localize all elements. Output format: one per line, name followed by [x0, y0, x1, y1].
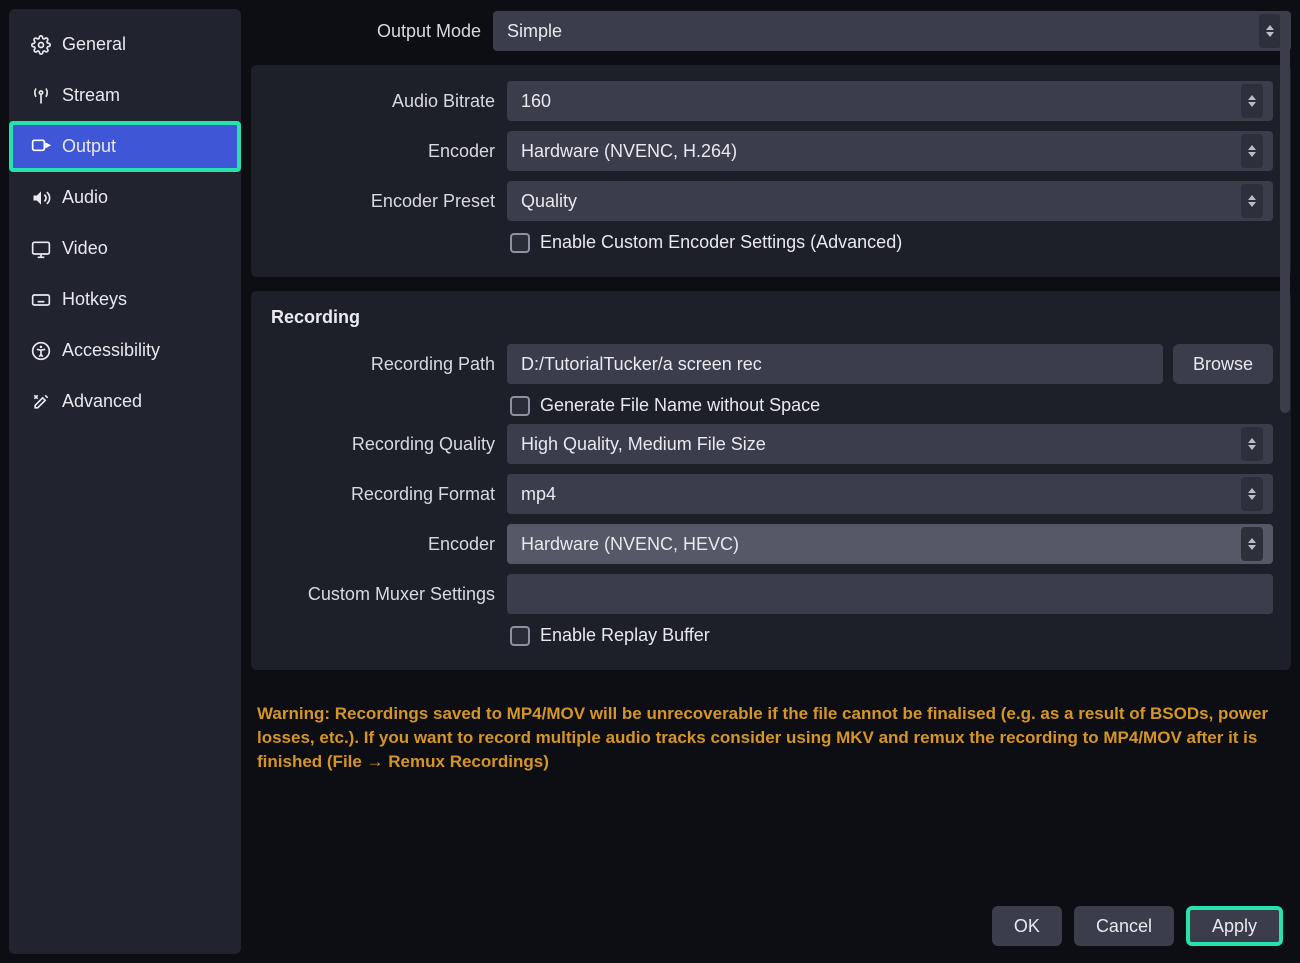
encoder-preset-value: Quality: [521, 191, 577, 212]
sidebar-item-output[interactable]: Output: [9, 121, 241, 172]
cancel-button[interactable]: Cancel: [1074, 906, 1174, 946]
dialog-footer: OK Cancel Apply: [251, 884, 1291, 954]
output-mode-label: Output Mode: [251, 21, 483, 42]
encoder-preset-label: Encoder Preset: [265, 191, 497, 212]
recording-path-value: D:/TutorialTucker/a screen rec: [521, 354, 762, 375]
enable-custom-encoder-checkbox[interactable]: [510, 233, 530, 253]
sidebar-item-advanced[interactable]: Advanced: [9, 376, 241, 427]
scrollbar[interactable]: [1279, 13, 1291, 854]
accessibility-icon: [31, 341, 51, 361]
generate-filename-no-space-checkbox[interactable]: [510, 396, 530, 416]
recording-quality-value: High Quality, Medium File Size: [521, 434, 766, 455]
output-mode-value: Simple: [507, 21, 562, 42]
dropdown-spinner-icon[interactable]: [1241, 527, 1263, 561]
recording-format-value: mp4: [521, 484, 556, 505]
keyboard-icon: [31, 290, 51, 310]
recording-quality-label: Recording Quality: [265, 434, 497, 455]
recording-format-label: Recording Format: [265, 484, 497, 505]
sidebar-item-label: Advanced: [62, 391, 142, 412]
sidebar-item-audio[interactable]: Audio: [9, 172, 241, 223]
sidebar-item-label: Accessibility: [62, 340, 160, 361]
sidebar-item-hotkeys[interactable]: Hotkeys: [9, 274, 241, 325]
dropdown-spinner-icon[interactable]: [1241, 184, 1263, 218]
dropdown-spinner-icon[interactable]: [1241, 84, 1263, 118]
streaming-panel: Audio Bitrate 160 Encoder Hardware (NVEN…: [251, 65, 1291, 277]
recording-path-input[interactable]: D:/TutorialTucker/a screen rec: [507, 344, 1163, 384]
monitor-icon: [31, 239, 51, 259]
sidebar-item-video[interactable]: Video: [9, 223, 241, 274]
antenna-icon: [31, 86, 51, 106]
stream-encoder-label: Encoder: [265, 141, 497, 162]
warning-text: Warning: Recordings saved to MP4/MOV wil…: [251, 684, 1291, 779]
dropdown-spinner-icon[interactable]: [1259, 14, 1281, 48]
stream-encoder-value: Hardware (NVENC, H.264): [521, 141, 737, 162]
audio-bitrate-value: 160: [521, 91, 551, 112]
recording-panel: Recording Recording Path D:/TutorialTuck…: [251, 291, 1291, 670]
recording-format-select[interactable]: mp4: [507, 474, 1273, 514]
audio-bitrate-select[interactable]: 160: [507, 81, 1273, 121]
dropdown-spinner-icon[interactable]: [1241, 134, 1263, 168]
sidebar-item-label: Hotkeys: [62, 289, 127, 310]
speaker-icon: [31, 188, 51, 208]
sidebar-item-label: Video: [62, 238, 108, 259]
scroll-thumb[interactable]: [1280, 13, 1290, 413]
sidebar-item-label: Audio: [62, 187, 108, 208]
apply-button[interactable]: Apply: [1186, 906, 1283, 946]
dropdown-spinner-icon[interactable]: [1241, 477, 1263, 511]
sidebar-item-label: Output: [62, 136, 116, 157]
recording-encoder-select[interactable]: Hardware (NVENC, HEVC): [507, 524, 1273, 564]
browse-button[interactable]: Browse: [1173, 344, 1273, 384]
recording-encoder-label: Encoder: [265, 534, 497, 555]
generate-filename-no-space-label: Generate File Name without Space: [540, 395, 820, 416]
custom-muxer-label: Custom Muxer Settings: [265, 584, 497, 605]
sidebar-item-accessibility[interactable]: Accessibility: [9, 325, 241, 376]
encoder-preset-select[interactable]: Quality: [507, 181, 1273, 221]
output-mode-select[interactable]: Simple: [493, 11, 1291, 51]
settings-sidebar: General Stream Output Audio Video: [9, 9, 241, 954]
recording-encoder-value: Hardware (NVENC, HEVC): [521, 534, 739, 555]
sidebar-item-label: Stream: [62, 85, 120, 106]
audio-bitrate-label: Audio Bitrate: [265, 91, 497, 112]
gear-icon: [31, 35, 51, 55]
custom-muxer-input[interactable]: [507, 574, 1273, 614]
enable-custom-encoder-label: Enable Custom Encoder Settings (Advanced…: [540, 232, 902, 253]
sidebar-item-label: General: [62, 34, 126, 55]
enable-replay-buffer-checkbox[interactable]: [510, 626, 530, 646]
sidebar-item-stream[interactable]: Stream: [9, 70, 241, 121]
dropdown-spinner-icon[interactable]: [1241, 427, 1263, 461]
tools-icon: [31, 392, 51, 412]
stream-encoder-select[interactable]: Hardware (NVENC, H.264): [507, 131, 1273, 171]
recording-quality-select[interactable]: High Quality, Medium File Size: [507, 424, 1273, 464]
output-icon: [31, 137, 51, 157]
enable-replay-buffer-label: Enable Replay Buffer: [540, 625, 710, 646]
recording-path-label: Recording Path: [265, 354, 497, 375]
settings-main: Output Mode Simple Audio Bitrate 160: [251, 9, 1291, 954]
ok-button[interactable]: OK: [992, 906, 1062, 946]
sidebar-item-general[interactable]: General: [9, 19, 241, 70]
recording-section-title: Recording: [271, 307, 1273, 328]
